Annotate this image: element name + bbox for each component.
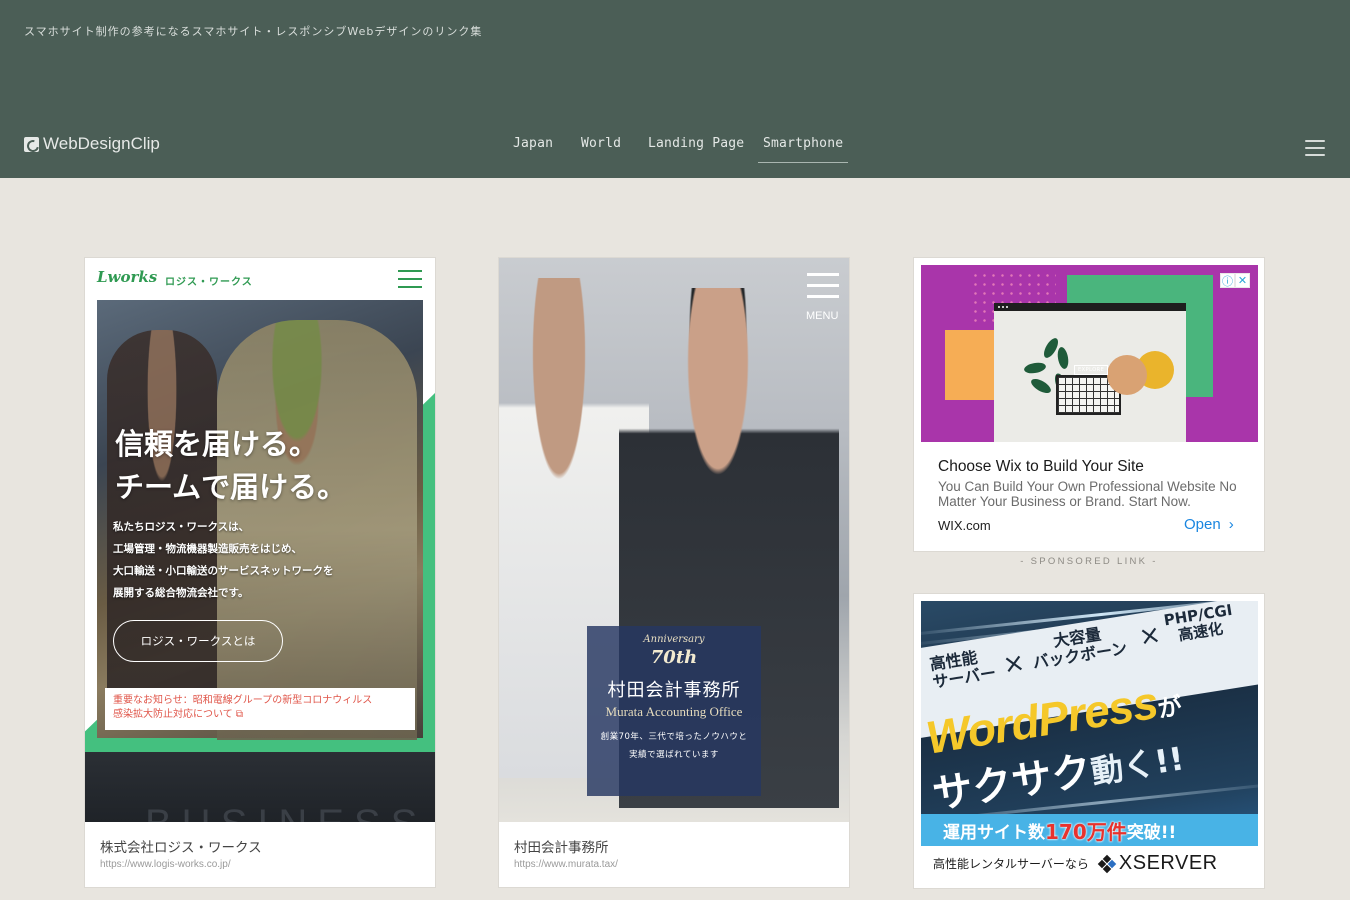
ad-image[interactable]: EXPLORE ⓘ ✕	[921, 265, 1258, 442]
sponsored-label: - SPONSORED LINK -	[1020, 556, 1158, 567]
nav-japan[interactable]: Japan	[513, 136, 553, 161]
preview-notice: 重要なお知らせ：昭和電線グループの新型コロナウィルス 感染拡大防止対応について …	[105, 688, 415, 730]
preview-header: Lworks ロジス・ワークス	[85, 258, 435, 300]
site-card[interactable]: MENU Anniversary 70th 村田会計事務所 Murata Acc…	[498, 257, 850, 888]
preview-menu-icon	[807, 273, 839, 306]
preview-body: 私たちロジス・ワークスは、 工場管理・物流機器製造販売をはじめ、 大口輸送・小口…	[113, 521, 334, 599]
ad-banner[interactable]: 高性能 サーバー × 大容量 バックボーン × PHP/CGI 高速化 WordPre…	[921, 601, 1258, 881]
card-title[interactable]: 株式会社ロジス・ワークス	[100, 836, 262, 856]
xserver-ad[interactable]: 高性能 サーバー × 大容量 バックボーン × PHP/CGI 高速化 WordPre…	[913, 593, 1265, 889]
site-card[interactable]: Lworks ロジス・ワークス 信頼を届ける。 チームで届ける。 私たちロジス・…	[84, 257, 436, 888]
site-screenshot[interactable]: Lworks ロジス・ワークス 信頼を届ける。 チームで届ける。 私たちロジス・…	[85, 258, 435, 822]
site-header: スマホサイト制作の参考になるスマホサイト・レスポンシブWebデザインのリンク集 …	[0, 0, 1350, 178]
info-icon[interactable]: ⓘ	[1220, 273, 1235, 288]
nav-world[interactable]: World	[581, 136, 621, 161]
nav-smartphone[interactable]: Smartphone	[758, 136, 849, 163]
hamburger-menu-icon[interactable]	[1305, 140, 1325, 156]
site-screenshot[interactable]: MENU Anniversary 70th 村田会計事務所 Murata Acc…	[499, 258, 849, 822]
close-icon[interactable]: ✕	[1235, 273, 1250, 288]
preview-about-button: ロジス・ワークスとは	[113, 620, 283, 662]
preview-menu-icon	[398, 270, 422, 288]
preview-title-panel: Anniversary 70th 村田会計事務所 Murata Accounti…	[587, 626, 761, 796]
preview-menu-label: MENU	[806, 310, 839, 322]
wix-ad[interactable]: EXPLORE ⓘ ✕ Choose Wix to Build Your Sit…	[913, 257, 1265, 552]
ad-open-button[interactable]: Open ›	[1184, 516, 1234, 533]
nav-landing-page[interactable]: Landing Page	[648, 136, 744, 161]
main-nav: Japan World Landing Page Smartphone	[0, 136, 1350, 166]
card-title[interactable]: 村田会計事務所	[514, 836, 609, 856]
ad-body: You Can Build Your Own Professional Webs…	[938, 479, 1237, 509]
ad-footer: 高性能レンタルサーバーなら XSERVER	[921, 846, 1258, 881]
preview-logo-jp: ロジス・ワークス	[165, 277, 253, 288]
chevron-right-icon: ›	[1228, 516, 1234, 533]
browser-mockup: EXPLORE	[994, 303, 1186, 442]
preview-logo: Lworks	[97, 268, 158, 286]
card-url[interactable]: https://www.murata.tax/	[514, 859, 618, 870]
ad-domain: WIX.com	[938, 518, 991, 533]
site-tagline: スマホサイト制作の参考になるスマホサイト・レスポンシブWebデザインのリンク集	[24, 25, 483, 38]
preview-bottom-section: BUSINESS	[85, 752, 435, 822]
ad-headline[interactable]: Choose Wix to Build Your Site	[938, 458, 1144, 476]
xserver-logo: XSERVER	[1097, 852, 1218, 875]
card-url[interactable]: https://www.logis-works.co.jp/	[100, 859, 231, 870]
preview-headline: 信頼を届ける。 チームで届ける。	[115, 427, 347, 504]
external-link-icon: ⧉	[235, 709, 244, 720]
xserver-logo-icon	[1097, 854, 1117, 873]
ad-stat: 運用サイト数 170万件 突破!!	[921, 814, 1258, 846]
